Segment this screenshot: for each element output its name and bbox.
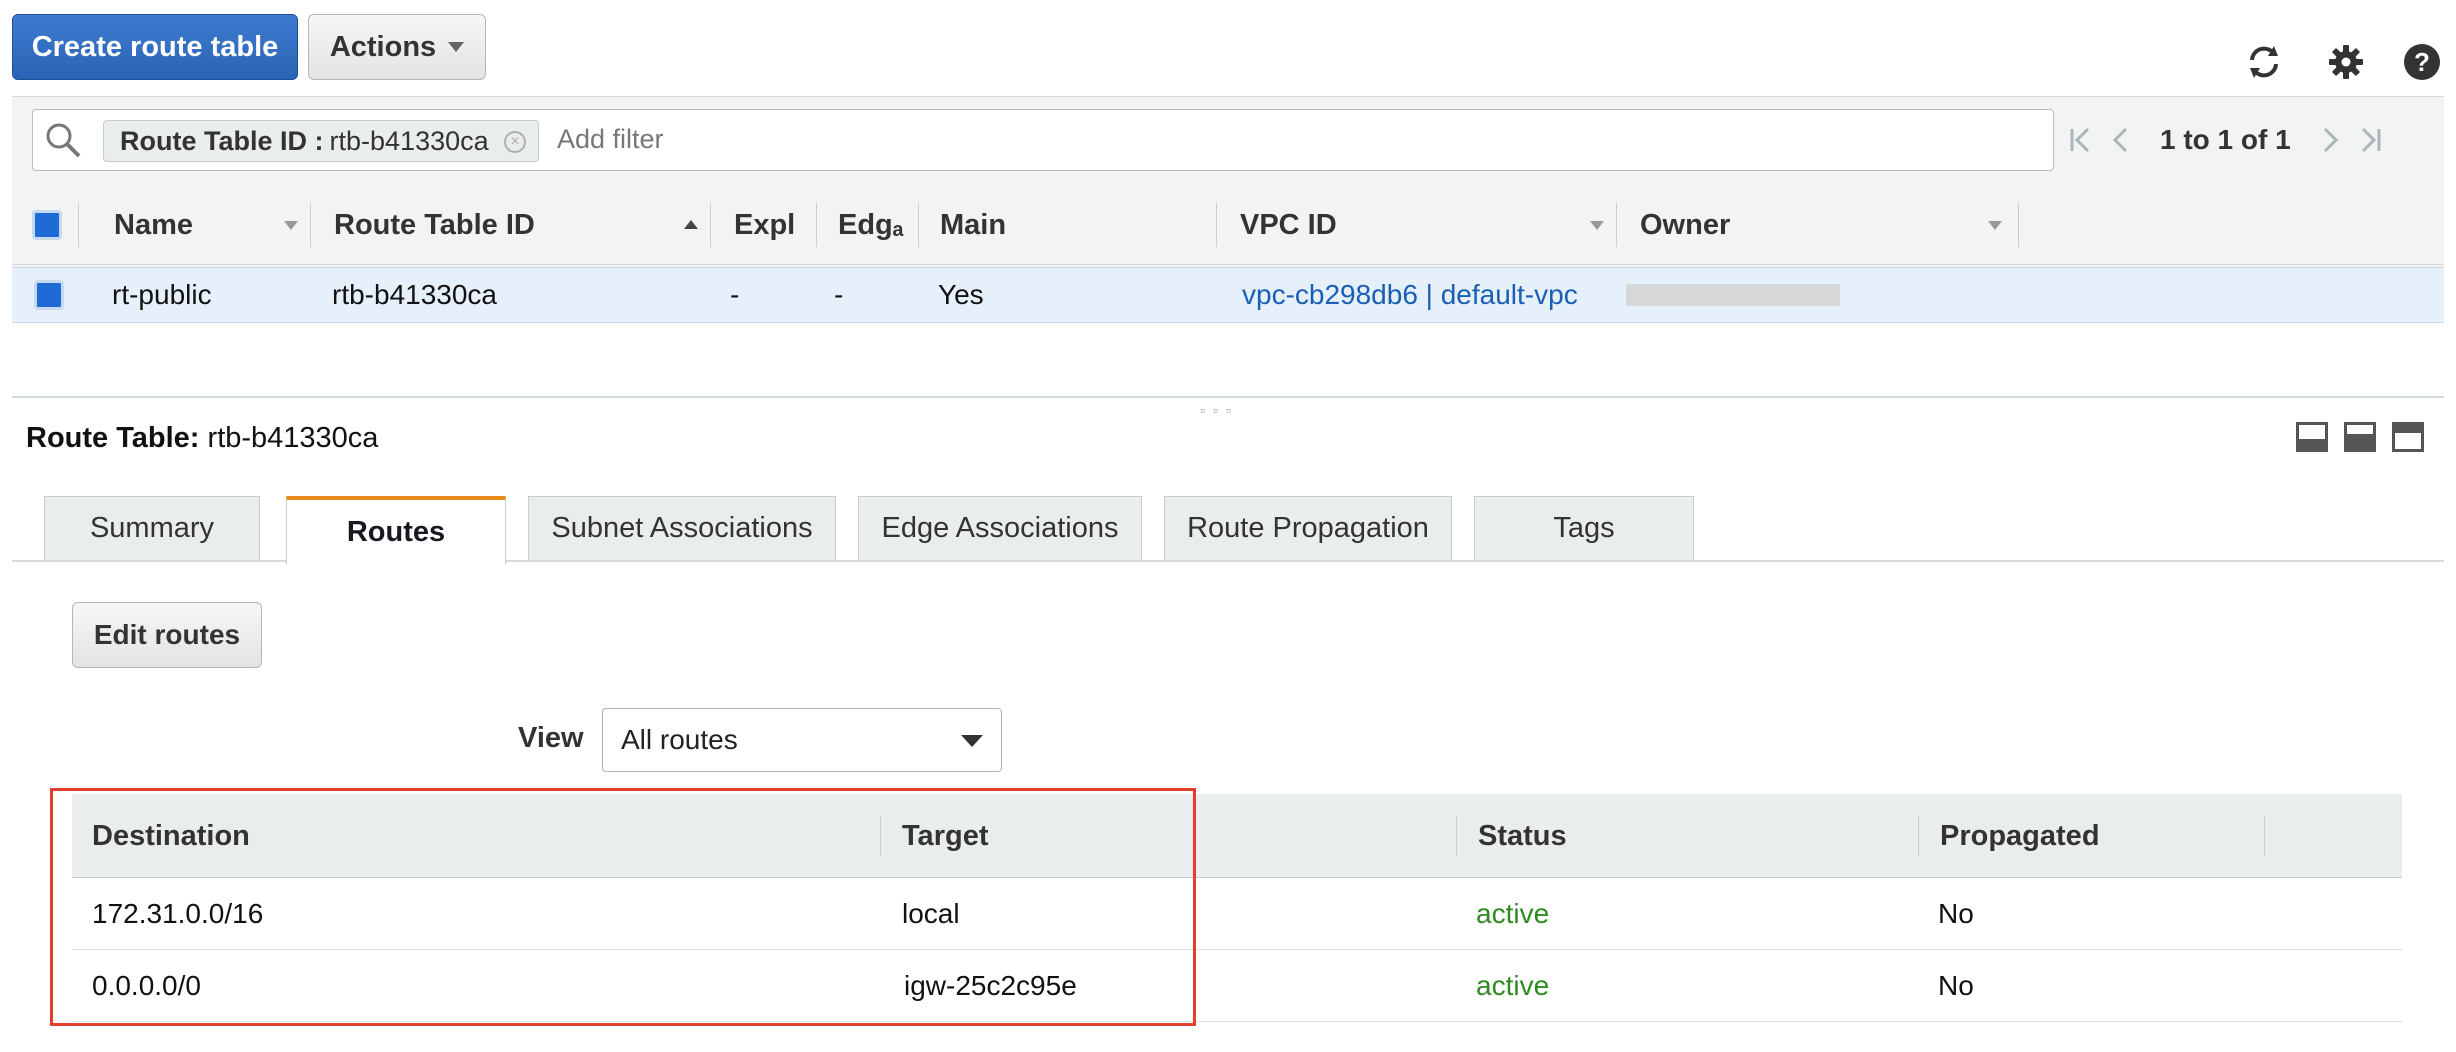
detail-title-value: rtb-b41330ca <box>207 422 379 454</box>
add-filter-input[interactable]: Add filter <box>557 124 664 155</box>
route-status: active <box>1476 898 1550 929</box>
filter-bar[interactable]: Route Table ID : rtb-b41330ca × Add filt… <box>32 109 2054 171</box>
prev-page-icon[interactable] <box>2108 126 2134 154</box>
table-row[interactable]: rt-public rtb-b41330ca - - Yes vpc-cb298… <box>12 267 2444 323</box>
actions-button[interactable]: Actions <box>308 14 486 80</box>
route-propagated: No <box>1938 898 1974 929</box>
edit-routes-button[interactable]: Edit routes <box>72 602 262 668</box>
last-page-icon[interactable] <box>2357 126 2383 154</box>
sort-icon[interactable] <box>1590 221 1604 230</box>
route-status: active <box>1476 970 1550 1001</box>
pagination: 1 to 1 of 1 <box>2068 109 2428 171</box>
sort-ascending-icon[interactable] <box>684 220 698 229</box>
row-edge: - <box>834 279 844 310</box>
column-owner[interactable]: Owner <box>1640 185 1730 265</box>
panel-splitter[interactable] <box>12 396 2444 398</box>
select-all-checkbox[interactable] <box>32 210 62 240</box>
filter-token[interactable]: Route Table ID : rtb-b41330ca × <box>103 120 539 162</box>
edit-routes-label: Edit routes <box>93 619 241 650</box>
route-propagated: No <box>1938 970 1974 1001</box>
detail-title-label: Route Table: <box>26 422 200 454</box>
column-explicit[interactable]: Expl <box>734 185 795 265</box>
help-icon[interactable]: ? <box>2400 40 2444 84</box>
vpc-id-link[interactable]: vpc-cb298db6 | default-vpc <box>1242 268 1578 322</box>
tab-subnet-associations[interactable]: Subnet Associations <box>528 496 836 560</box>
gear-icon[interactable] <box>2324 40 2368 84</box>
column-route-table-id[interactable]: Route Table ID <box>334 185 535 265</box>
column-propagated: Propagated <box>1940 819 2100 852</box>
create-route-table-label: Create route table <box>31 30 279 63</box>
actions-label: Actions <box>329 30 437 63</box>
column-vpc-id[interactable]: VPC ID <box>1240 185 1337 265</box>
tab-tags[interactable]: Tags <box>1474 496 1694 560</box>
next-page-icon[interactable] <box>2317 126 2343 154</box>
search-icon <box>46 123 81 158</box>
redacted-owner <box>1626 284 1840 306</box>
row-main: Yes <box>938 279 984 310</box>
tab-summary[interactable]: Summary <box>44 496 260 560</box>
view-label: View <box>518 722 584 754</box>
grid-header: Name Route Table ID Expl Edgₐ Main VPC I… <box>12 185 2444 265</box>
layout-bottom-icon[interactable] <box>2296 422 2328 452</box>
drag-handle-icon[interactable]: ▫▫▫ <box>1200 402 1239 418</box>
sort-icon[interactable] <box>284 221 298 230</box>
column-status: Status <box>1478 819 1567 852</box>
filter-token-value: rtb-b41330ca <box>329 125 489 156</box>
layout-split-icon[interactable] <box>2344 422 2376 452</box>
detail-title: Route Table: rtb-b41330ca <box>26 422 378 455</box>
refresh-icon[interactable] <box>2242 40 2286 84</box>
column-edge[interactable]: Edgₐ <box>838 185 904 265</box>
first-page-icon[interactable] <box>2068 126 2094 154</box>
filter-token-key: Route Table ID : <box>120 125 324 156</box>
svg-text:?: ? <box>2414 47 2430 77</box>
tab-edge-associations[interactable]: Edge Associations <box>858 496 1142 560</box>
tab-routes[interactable]: Routes <box>286 496 506 564</box>
column-main[interactable]: Main <box>940 185 1006 265</box>
view-select-value: All routes <box>621 724 738 755</box>
page-count: 1 to 1 of 1 <box>2160 124 2291 155</box>
row-checkbox[interactable] <box>34 280 64 310</box>
sort-icon[interactable] <box>1988 221 2002 230</box>
row-name: rt-public <box>112 279 212 310</box>
layout-full-icon[interactable] <box>2392 422 2424 452</box>
view-select[interactable]: All routes <box>602 708 1002 772</box>
chevron-down-icon <box>961 735 983 747</box>
chevron-down-icon <box>448 42 465 52</box>
tab-route-propagation[interactable]: Route Propagation <box>1164 496 1452 560</box>
create-route-table-button[interactable]: Create route table <box>12 14 298 80</box>
highlight-annotation <box>50 788 1196 1026</box>
route-table-list-panel: Route Table ID : rtb-b41330ca × Add filt… <box>12 96 2444 323</box>
column-name[interactable]: Name <box>114 185 193 265</box>
row-route-table-id: rtb-b41330ca <box>332 279 498 310</box>
close-icon[interactable]: × <box>504 131 526 153</box>
row-explicit: - <box>730 279 740 310</box>
